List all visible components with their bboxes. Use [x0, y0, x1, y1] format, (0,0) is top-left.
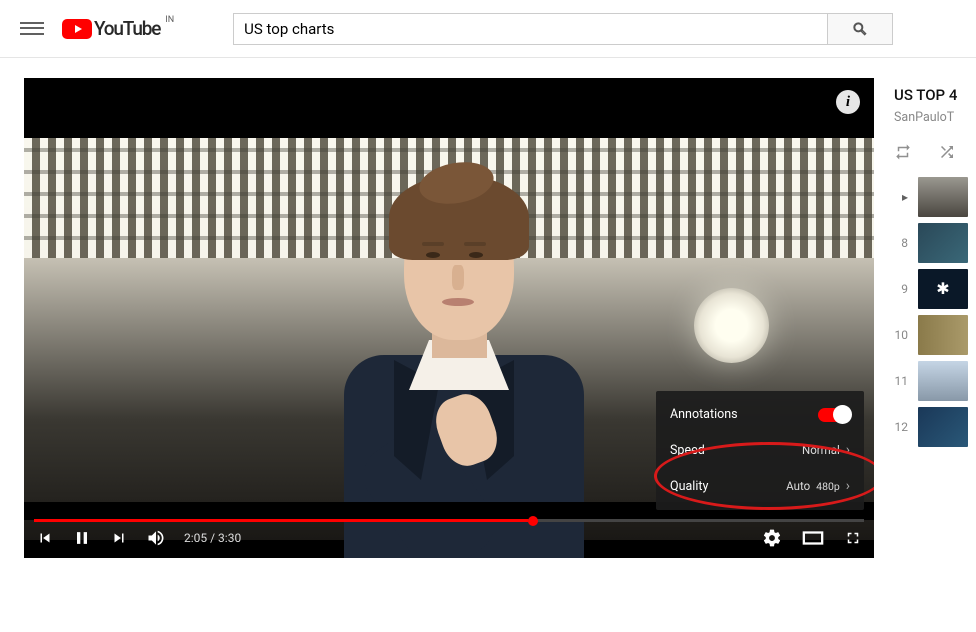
- settings-quality[interactable]: Quality Auto 480p ›: [656, 468, 864, 504]
- logo-text: YouTube: [94, 17, 160, 40]
- next-button[interactable]: [110, 529, 128, 547]
- item-index: 9: [894, 282, 908, 296]
- country-code: IN: [165, 15, 174, 25]
- playlist-channel[interactable]: SanPauloT: [894, 110, 976, 125]
- youtube-logo[interactable]: YouTube IN: [62, 17, 160, 40]
- volume-button[interactable]: [146, 528, 166, 548]
- playlist-item[interactable]: 8: [894, 223, 976, 263]
- main-content: i: [0, 58, 976, 558]
- time-display: 2:05 / 3:30: [184, 531, 241, 545]
- settings-label: Annotations: [670, 407, 738, 422]
- settings-annotations[interactable]: Annotations: [656, 397, 864, 432]
- search-button[interactable]: [828, 13, 893, 45]
- video-thumbnail: [918, 315, 968, 355]
- loop-icon[interactable]: [894, 143, 912, 161]
- pause-button[interactable]: [72, 528, 92, 548]
- item-index: 8: [894, 236, 908, 250]
- search-form: [233, 13, 893, 45]
- letterbox: i: [24, 78, 874, 138]
- video-thumbnail: [918, 223, 968, 263]
- playlist-title[interactable]: US TOP 4: [894, 86, 976, 104]
- settings-button[interactable]: [762, 528, 782, 548]
- settings-speed[interactable]: Speed Normal ›: [656, 432, 864, 468]
- settings-label: Speed: [670, 443, 705, 458]
- player-controls: 2:05 / 3:30: [24, 518, 874, 558]
- playlist-item[interactable]: 11: [894, 361, 976, 401]
- settings-value-res: 480p: [816, 480, 840, 493]
- theater-mode-button[interactable]: [802, 529, 824, 547]
- video-thumbnail: [918, 407, 968, 447]
- item-index: ▸: [894, 190, 908, 204]
- playlist-item[interactable]: 12: [894, 407, 976, 447]
- video-thumbnail: [918, 269, 968, 309]
- settings-menu: Annotations Speed Normal › Quality Auto 4…: [656, 391, 864, 510]
- previous-button[interactable]: [36, 529, 54, 547]
- video-area[interactable]: i: [24, 78, 874, 558]
- fullscreen-button[interactable]: [844, 529, 862, 547]
- playlist-item[interactable]: 9: [894, 269, 976, 309]
- item-index: 11: [894, 374, 908, 388]
- info-card-icon[interactable]: i: [836, 90, 860, 114]
- toggle-switch[interactable]: [818, 408, 850, 422]
- video-thumbnail: [918, 177, 968, 217]
- search-icon: [852, 21, 868, 37]
- item-index: 12: [894, 420, 908, 434]
- hamburger-menu-icon[interactable]: [20, 17, 44, 41]
- shuffle-icon[interactable]: [938, 143, 956, 161]
- video-player: i: [24, 78, 874, 558]
- settings-label: Quality: [670, 479, 708, 494]
- settings-value-auto: Auto: [786, 479, 810, 493]
- chevron-right-icon: ›: [846, 478, 850, 494]
- playlist-sidebar: US TOP 4 SanPauloT ▸ 8 9 10 11 12: [894, 78, 976, 558]
- search-input[interactable]: [233, 13, 828, 45]
- playlist-item[interactable]: 10: [894, 315, 976, 355]
- settings-value: Normal: [802, 443, 840, 457]
- playlist-item[interactable]: ▸: [894, 177, 976, 217]
- video-thumbnail: [918, 361, 968, 401]
- play-logo-icon: [62, 19, 92, 39]
- chevron-right-icon: ›: [846, 442, 850, 458]
- header: YouTube IN: [0, 0, 976, 58]
- playlist-items: ▸ 8 9 10 11 12: [894, 177, 976, 447]
- item-index: 10: [894, 328, 908, 342]
